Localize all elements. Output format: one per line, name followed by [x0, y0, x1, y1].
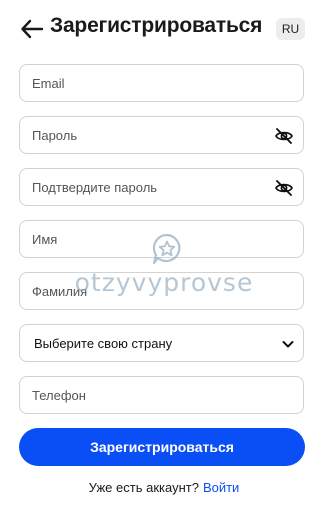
eye-off-icon[interactable]: [274, 178, 294, 198]
country-select[interactable]: Выберите свою страну: [19, 324, 304, 362]
last-name-field[interactable]: [19, 272, 304, 310]
login-prompt: Уже есть аккаунт? Войти: [0, 480, 328, 495]
password-input[interactable]: [20, 117, 303, 153]
first-name-input[interactable]: [20, 221, 303, 257]
header: Зарегистрироваться RU: [0, 0, 328, 58]
phone-input[interactable]: [20, 377, 303, 413]
first-name-field[interactable]: [19, 220, 304, 258]
phone-field[interactable]: [19, 376, 304, 414]
confirm-password-field[interactable]: [19, 168, 304, 206]
login-link[interactable]: Войти: [203, 480, 239, 495]
email-field[interactable]: [19, 64, 304, 102]
confirm-password-input[interactable]: [20, 169, 303, 205]
login-prompt-text: Уже есть аккаунт?: [88, 480, 199, 495]
email-input[interactable]: [20, 65, 303, 101]
last-name-input[interactable]: [20, 273, 303, 309]
chevron-down-icon: [281, 337, 295, 351]
arrow-left-icon: [21, 19, 44, 39]
register-button[interactable]: Зарегистрироваться: [19, 428, 305, 466]
password-field[interactable]: [19, 116, 304, 154]
language-badge[interactable]: RU: [276, 18, 305, 40]
page-title: Зарегистрироваться: [50, 14, 263, 37]
eye-off-icon[interactable]: [274, 126, 294, 146]
country-select-value: Выберите свою страну: [34, 336, 173, 351]
back-button[interactable]: [20, 16, 44, 42]
